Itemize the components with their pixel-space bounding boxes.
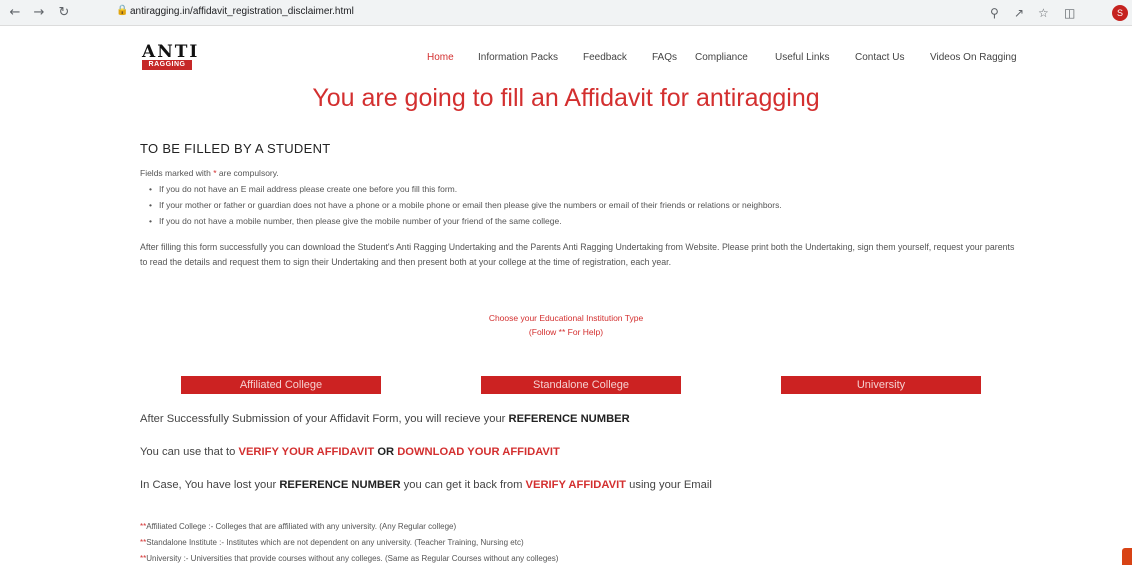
nav-feedback[interactable]: Feedback bbox=[583, 52, 627, 63]
site-logo[interactable]: ANTI RAGGING bbox=[140, 42, 200, 72]
scroll-to-top-button[interactable] bbox=[1122, 548, 1132, 565]
nav-faqs[interactable]: FAQs bbox=[652, 52, 677, 63]
bookmark-star-icon[interactable]: ☆ bbox=[1038, 4, 1049, 22]
page-title: You are going to fill an Affidavit for a… bbox=[312, 84, 820, 112]
affiliated-college-button[interactable]: Affiliated College bbox=[181, 376, 381, 394]
required-fields-note: Fields marked with * are compulsory. bbox=[140, 168, 279, 178]
download-affidavit-link[interactable]: DOWNLOAD YOUR AFFIDAVIT bbox=[397, 446, 560, 458]
profile-avatar[interactable]: S bbox=[1112, 5, 1128, 21]
lock-icon[interactable]: 🔒 bbox=[116, 5, 128, 16]
university-button[interactable]: University bbox=[781, 376, 981, 394]
address-bar-url[interactable]: antiragging.in/affidavit_registration_di… bbox=[130, 6, 354, 17]
nav-compliance[interactable]: Compliance bbox=[695, 52, 748, 63]
share-icon[interactable]: ↗ bbox=[1014, 4, 1024, 22]
instructions-paragraph: After filling this form successfully you… bbox=[140, 242, 1015, 267]
forward-arrow-icon[interactable]: → bbox=[30, 4, 48, 22]
nav-contact-us[interactable]: Contact Us bbox=[855, 52, 904, 63]
back-arrow-icon[interactable]: ← bbox=[6, 4, 24, 22]
logo-text-top: ANTI bbox=[142, 42, 200, 62]
reload-icon[interactable]: ↻ bbox=[55, 4, 73, 22]
zoom-icon[interactable]: ⚲ bbox=[990, 4, 999, 22]
instruction-bullet: If you do not have an E mail address ple… bbox=[149, 184, 457, 194]
nav-useful-links[interactable]: Useful Links bbox=[775, 52, 829, 63]
nav-information-packs[interactable]: Information Packs bbox=[478, 52, 558, 63]
footnote: **University :- Universities that provid… bbox=[140, 554, 559, 563]
section-heading: TO BE FILLED BY A STUDENT bbox=[140, 141, 331, 156]
institution-type-help: (Follow ** For Help) bbox=[528, 327, 604, 337]
reference-number-info: After Successfully Submission of your Af… bbox=[140, 413, 630, 425]
footnote: **Standalone Institute :- Institutes whi… bbox=[140, 538, 524, 547]
verify-download-info: You can use that to VERIFY YOUR AFFIDAVI… bbox=[140, 446, 560, 458]
instruction-bullet: If you do not have a mobile number, then… bbox=[149, 216, 562, 226]
nav-videos-on-ragging[interactable]: Videos On Ragging bbox=[930, 52, 1017, 63]
logo-text-bottom: RAGGING bbox=[142, 60, 192, 70]
standalone-college-button[interactable]: Standalone College bbox=[481, 376, 681, 394]
lost-reference-info: In Case, You have lost your REFERENCE NU… bbox=[140, 479, 712, 491]
institution-type-prompt: Choose your Educational Institution Type bbox=[488, 313, 644, 323]
footnote: **Affiliated College :- Colleges that ar… bbox=[140, 522, 457, 531]
instruction-bullet: If your mother or father or guardian doe… bbox=[149, 200, 782, 210]
sidepanel-icon[interactable]: ◫ bbox=[1064, 4, 1075, 22]
browser-toolbar: ← → ↻ 🔒 antiragging.in/affidavit_registr… bbox=[0, 0, 1132, 26]
verify-affidavit-link[interactable]: VERIFY YOUR AFFIDAVIT bbox=[239, 446, 375, 458]
verify-affidavit-email-link[interactable]: VERIFY AFFIDAVIT bbox=[526, 479, 626, 491]
nav-home[interactable]: Home bbox=[427, 52, 454, 63]
